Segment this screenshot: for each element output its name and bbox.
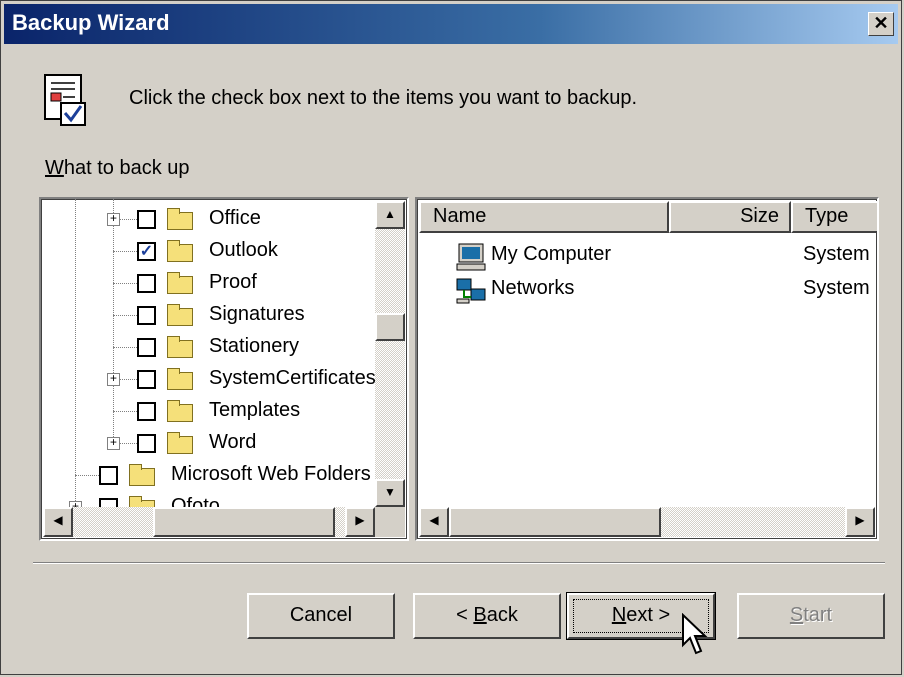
separator	[33, 562, 885, 564]
folder-tree[interactable]: + Office ✓ Outlook Proof Signatures Stat…	[39, 197, 409, 541]
folder-icon	[167, 240, 193, 262]
back-button[interactable]: < Back	[413, 593, 561, 639]
expand-icon[interactable]: +	[107, 373, 120, 386]
network-icon	[456, 278, 486, 304]
scroll-right-button[interactable]: ▶	[345, 507, 375, 537]
file-list[interactable]: Name Size Type My Computer System Networ…	[415, 197, 879, 541]
column-header-type[interactable]: Type	[791, 201, 877, 233]
checkbox[interactable]	[137, 306, 156, 325]
tree-item-label: Outlook	[209, 239, 278, 261]
folder-icon	[167, 432, 193, 454]
cancel-button[interactable]: Cancel	[247, 593, 395, 639]
tree-item-label: Word	[209, 431, 257, 453]
label-rest: hat to back up	[63, 157, 190, 179]
checkbox[interactable]	[137, 370, 156, 389]
list-item-type: System	[803, 277, 870, 299]
tree-item-proof[interactable]: Proof	[41, 268, 375, 298]
tree-item-outlook[interactable]: ✓ Outlook	[41, 236, 375, 266]
start-rest: tart	[803, 604, 833, 626]
tree-item-systemcertificates[interactable]: + SystemCertificates	[41, 364, 376, 394]
backup-wizard-window: Backup Wizard ✕ Click the check box next…	[0, 0, 902, 675]
list-item-type: System	[803, 243, 870, 265]
folder-icon	[129, 464, 155, 486]
folder-icon	[167, 272, 193, 294]
tree-item-signatures[interactable]: Signatures	[41, 300, 375, 330]
list-horizontal-scrollbar[interactable]: ◀ ▶	[419, 507, 875, 537]
scroll-left-button[interactable]: ◀	[43, 507, 73, 537]
tree-item-templates[interactable]: Templates	[41, 396, 375, 426]
close-button[interactable]: ✕	[868, 12, 894, 36]
label-accelerator: W	[45, 157, 64, 179]
instruction-text: Click the check box next to the items yo…	[129, 87, 638, 109]
expand-icon[interactable]: +	[107, 437, 120, 450]
list-item-name: My Computer	[491, 243, 612, 265]
checkbox[interactable]	[137, 434, 156, 453]
column-header-size[interactable]: Size	[669, 201, 791, 233]
checkbox[interactable]	[137, 274, 156, 293]
what-to-back-up-label: What to back up	[45, 157, 190, 180]
window-title: Backup Wizard	[12, 10, 170, 35]
start-accelerator: S	[789, 604, 804, 626]
backup-checklist-icon	[44, 74, 86, 126]
folder-icon	[167, 400, 193, 422]
tree-horizontal-scrollbar[interactable]: ◀ ▶	[43, 507, 375, 537]
checkbox[interactable]	[137, 338, 156, 357]
checkbox[interactable]	[137, 402, 156, 421]
folder-icon	[167, 336, 193, 358]
expand-icon[interactable]: +	[107, 213, 120, 226]
back-rest: ack	[486, 604, 518, 626]
tree-item-office[interactable]: + Office	[41, 204, 375, 234]
tree-item-microsoft-web-folders[interactable]: Microsoft Web Folders	[41, 460, 375, 490]
tree-vertical-scrollbar[interactable]: ▲ ▼	[375, 201, 405, 507]
tree-item-label: SystemCertificates	[209, 367, 376, 389]
scrollbar-corner	[375, 507, 405, 537]
scroll-left-button[interactable]: ◀	[419, 507, 449, 537]
tree-item-stationery[interactable]: Stationery	[41, 332, 375, 362]
folder-icon	[167, 208, 193, 230]
list-row-my-computer[interactable]: My Computer System	[417, 239, 877, 273]
checkbox[interactable]	[99, 466, 118, 485]
tree-item-word[interactable]: + Word	[41, 428, 375, 458]
scroll-thumb[interactable]	[449, 507, 661, 537]
start-button: Start	[737, 593, 885, 639]
folder-icon	[167, 368, 193, 390]
computer-icon	[456, 243, 486, 271]
tree-item-label: Office	[209, 207, 261, 229]
tree-item-label: Microsoft Web Folders	[171, 463, 371, 485]
tree-item-label: Templates	[209, 399, 301, 421]
list-item-name: Networks	[491, 277, 575, 299]
list-row-networks[interactable]: Networks System	[417, 273, 877, 307]
folder-icon	[167, 304, 193, 326]
scroll-down-button[interactable]: ▼	[375, 479, 405, 507]
title-bar[interactable]: Backup Wizard ✕	[4, 4, 898, 44]
tree-item-label: Proof	[209, 271, 257, 293]
mouse-cursor-icon	[682, 613, 708, 655]
back-accelerator: B	[473, 604, 487, 626]
scroll-up-button[interactable]: ▲	[375, 201, 405, 229]
tree-item-label: Signatures	[209, 303, 305, 325]
scroll-thumb[interactable]	[375, 313, 405, 341]
tree-item-label: Stationery	[209, 335, 300, 357]
column-header-name[interactable]: Name	[419, 201, 669, 233]
checkbox[interactable]	[137, 210, 156, 229]
scroll-right-button[interactable]: ▶	[845, 507, 875, 537]
back-prefix: <	[456, 604, 474, 626]
checkbox-checked[interactable]: ✓	[137, 242, 156, 261]
scroll-thumb[interactable]	[153, 507, 335, 537]
